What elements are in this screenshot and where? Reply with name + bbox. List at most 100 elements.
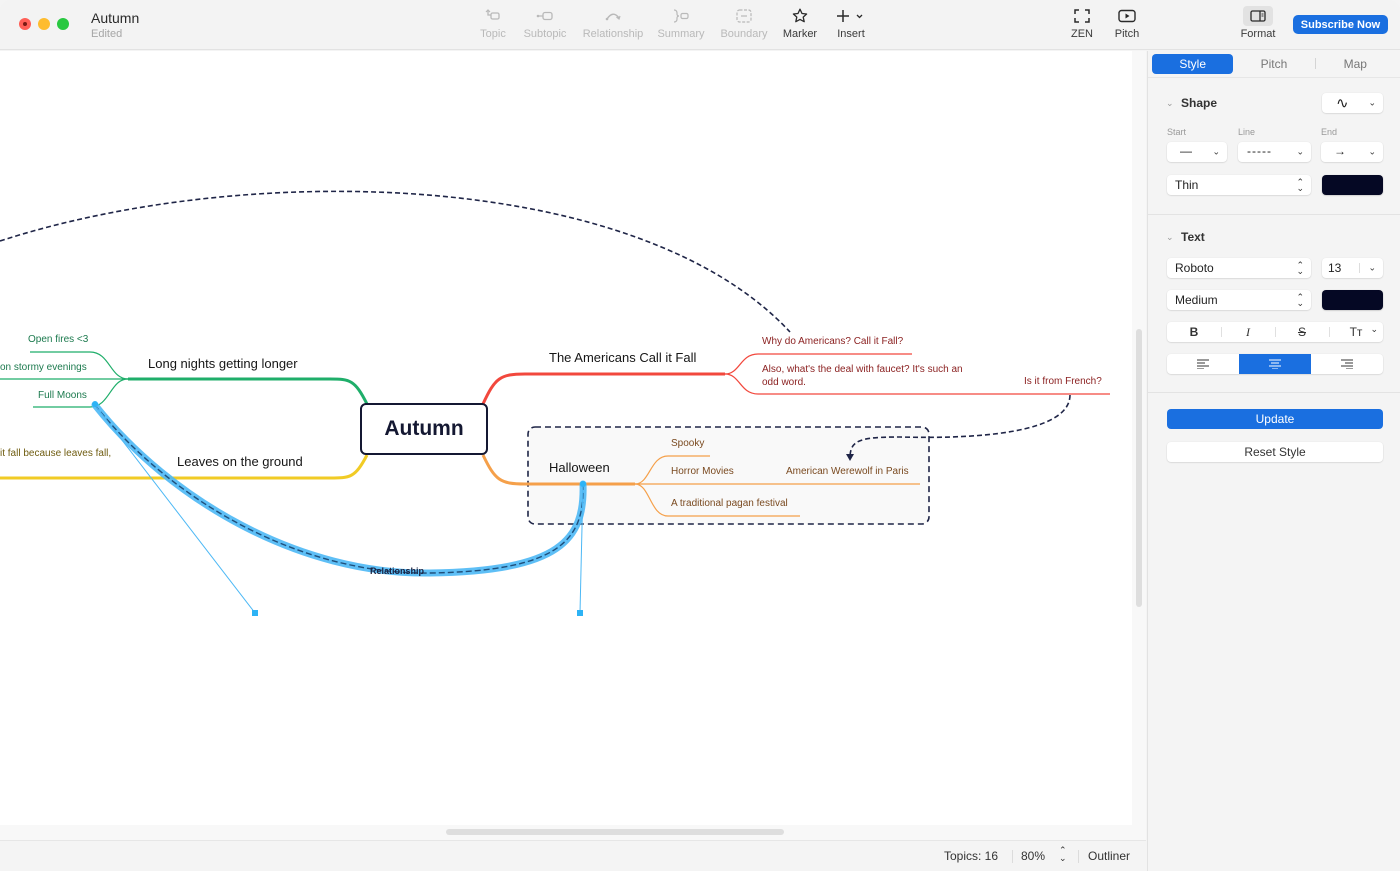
outliner-button[interactable]: Outliner	[1088, 849, 1130, 863]
subtopic-faucet-line1[interactable]: Also, what's the deal with faucet? It's …	[762, 364, 963, 375]
chevron-down-icon: ⌄	[1368, 146, 1376, 157]
topic-long-nights[interactable]: Long nights getting longer	[148, 356, 298, 371]
boundary-button[interactable]: Boundary	[719, 6, 769, 46]
play-icon	[1118, 6, 1136, 26]
update-button[interactable]: Update	[1167, 409, 1383, 429]
relationship-endpoint-end[interactable]	[580, 481, 586, 487]
shape-style-dropdown[interactable]: ∿ ⌄	[1322, 93, 1383, 113]
font-family-select[interactable]: Roboto ⌃ ⌄	[1167, 258, 1311, 278]
close-window-button[interactable]	[19, 18, 31, 30]
chevron-down-icon: ⌄	[1370, 324, 1378, 334]
format-icon-wrap	[1243, 6, 1273, 26]
subtopic-why-americans[interactable]: Why do Americans? Call it Fall?	[762, 336, 903, 347]
chevron-down-icon: ⌄	[1368, 262, 1376, 273]
text-section-title: Text	[1181, 230, 1205, 244]
combobox-divider	[1359, 263, 1360, 273]
mindmap-canvas[interactable]: Autumn Long nights getting longer Leaves…	[0, 51, 1146, 840]
relationship-endpoint-start[interactable]	[92, 401, 98, 407]
subtopic-spooky[interactable]: Spooky	[671, 438, 704, 449]
subtopic-open-fires[interactable]: Open fires <3	[28, 334, 88, 345]
align-right-button[interactable]	[1311, 354, 1383, 374]
italic-button[interactable]: I	[1221, 322, 1275, 342]
topic-halloween[interactable]: Halloween	[549, 460, 610, 475]
zoom-stepper-icon[interactable]: ⌃ ⌄	[1059, 846, 1067, 863]
subtopic-werewolf[interactable]: American Werewolf in Paris	[786, 466, 909, 477]
align-center-button[interactable]	[1239, 354, 1311, 374]
bold-icon: B	[1189, 325, 1199, 339]
chevron-down-icon[interactable]: ⌄	[1166, 232, 1174, 243]
topic-americans[interactable]: The Americans Call it Fall	[549, 350, 696, 365]
subtopic-horror-movies[interactable]: Horror Movies	[671, 466, 734, 477]
status-divider	[1078, 850, 1079, 863]
selected-relationship-highlight[interactable]	[91, 401, 587, 577]
topic-button[interactable]: Topic	[478, 6, 508, 46]
section-divider	[1148, 214, 1400, 215]
subtopic-stormy-evenings[interactable]: on stormy evenings	[0, 362, 87, 373]
subtopic-leaves-fall[interactable]: it fall because leaves fall,	[0, 448, 111, 459]
insert-button[interactable]: Insert	[833, 6, 869, 46]
dashed-line-icon: -----	[1247, 144, 1272, 158]
marker-label: Marker	[782, 28, 818, 40]
tab-divider	[1315, 58, 1316, 69]
font-size-combobox[interactable]: 13 ⌄	[1322, 258, 1383, 278]
strikethrough-button[interactable]: S	[1275, 322, 1329, 342]
vertical-scrollbar[interactable]	[1136, 329, 1142, 607]
maximize-window-button[interactable]	[57, 18, 69, 30]
start-label: Start	[1167, 127, 1187, 137]
branch-long-nights	[128, 377, 369, 405]
italic-icon: I	[1246, 324, 1250, 339]
relationship-label[interactable]: Relationship	[370, 566, 424, 576]
horizontal-scrollbar[interactable]	[446, 829, 784, 835]
bold-button[interactable]: B	[1167, 322, 1221, 342]
zoom-level[interactable]: 80%	[1021, 849, 1045, 863]
minimize-window-button[interactable]	[38, 18, 50, 30]
pitch-button[interactable]: Pitch	[1112, 6, 1142, 46]
zen-button[interactable]: ZEN	[1068, 6, 1096, 46]
line-pattern-dropdown[interactable]: ----- ⌄	[1238, 142, 1311, 162]
format-button[interactable]: Format	[1237, 6, 1279, 46]
tab-map[interactable]: Map	[1315, 54, 1396, 74]
line-end-dropdown[interactable]: → ⌄	[1321, 142, 1383, 162]
end-label: End	[1321, 127, 1338, 137]
subtopic-faucet-line2[interactable]: odd word.	[762, 377, 806, 388]
font-weight-select[interactable]: Medium ⌃ ⌄	[1167, 290, 1311, 310]
topic-leaves[interactable]: Leaves on the ground	[177, 454, 303, 469]
line-thickness-select[interactable]: Thin ⌃ ⌄	[1167, 175, 1311, 195]
format-panel: Style Pitch Map ⌄ Shape ∿ ⌄ Start Line E…	[1147, 51, 1400, 871]
tab-pitch[interactable]: Pitch	[1233, 54, 1314, 74]
text-case-dropdown[interactable]: Tт ⌄	[1329, 322, 1383, 342]
relationship-button[interactable]: Relationship	[582, 6, 644, 46]
reset-style-button[interactable]: Reset Style	[1167, 442, 1383, 462]
align-right-icon	[1341, 359, 1353, 369]
arrow-right-icon: →	[1334, 144, 1346, 158]
central-topic[interactable]: Autumn	[360, 403, 488, 455]
zen-label: ZEN	[1071, 28, 1093, 40]
subtopic-french[interactable]: Is it from French?	[1024, 376, 1102, 387]
control-handle-left[interactable]	[252, 610, 258, 616]
panel-divider	[1148, 77, 1400, 78]
panel-tabs: Style Pitch Map	[1152, 54, 1396, 74]
subtopic-button[interactable]: Subtopic	[522, 6, 568, 46]
selected-relationship-line	[94, 404, 584, 574]
line-color-swatch[interactable]	[1322, 175, 1383, 195]
subscribe-now-button[interactable]: Subscribe Now	[1293, 15, 1388, 34]
font-weight-value: Medium	[1175, 293, 1218, 307]
marker-button[interactable]: Marker	[782, 6, 818, 46]
chevron-down-icon: ⌄	[1296, 146, 1304, 157]
align-left-button[interactable]	[1167, 354, 1239, 374]
relationship-icon	[604, 6, 622, 26]
line-start-dropdown[interactable]: — ⌄	[1167, 142, 1227, 162]
topic-label: Topic	[480, 28, 506, 40]
subtopic-pagan-festival[interactable]: A traditional pagan festival	[671, 498, 788, 509]
control-handle-right[interactable]	[577, 610, 583, 616]
chevron-down-icon[interactable]: ⌄	[1166, 98, 1174, 109]
tab-style[interactable]: Style	[1152, 54, 1234, 74]
subtopic-label: Subtopic	[523, 28, 567, 40]
relationship-arc-top[interactable]	[0, 190, 791, 333]
document-title: Autumn	[91, 10, 140, 26]
text-color-swatch[interactable]	[1322, 290, 1383, 310]
line-thickness-value: Thin	[1175, 178, 1199, 192]
summary-button[interactable]: Summary	[657, 6, 705, 46]
toolbar: Autumn Edited Topic Subtopic Relationshi…	[0, 0, 1400, 50]
subtopic-full-moons[interactable]: Full Moons	[38, 390, 87, 401]
